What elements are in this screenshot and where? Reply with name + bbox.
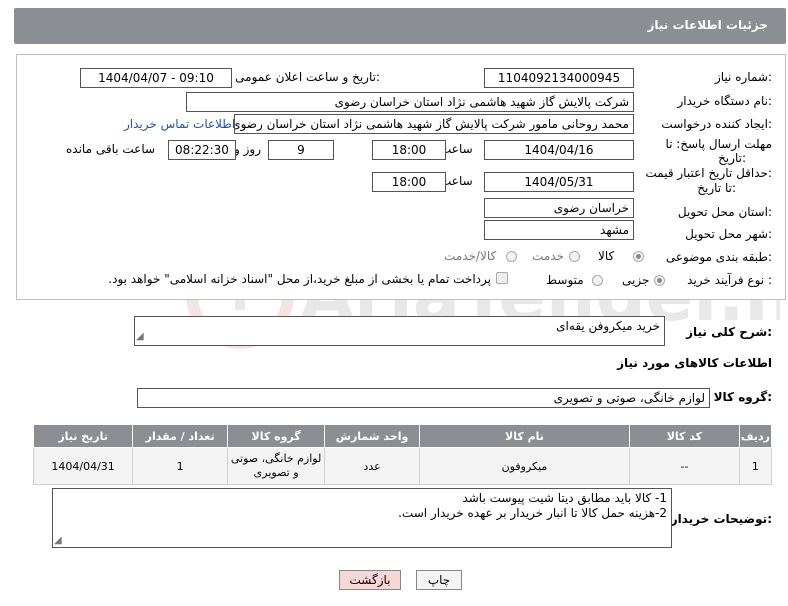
- cell-quantity: 1: [132, 447, 229, 485]
- cell-code: --: [629, 447, 740, 485]
- treasury-payment-checkbox[interactable]: [496, 272, 508, 284]
- days-label: روز و: [234, 142, 261, 156]
- reply-deadline-label-2: تاریخ:: [718, 151, 746, 165]
- panel-title: جزئیات اطلاعات نیاز: [647, 18, 768, 32]
- cell-row: 1: [738, 447, 773, 485]
- announce-datetime-field[interactable]: 1404/04/07 - 09:10: [80, 68, 232, 88]
- col-quantity: تعداد / مقدار: [132, 424, 229, 448]
- remaining-time-field[interactable]: 08:22:30: [168, 140, 236, 160]
- col-date: تاریخ نیاز: [32, 424, 134, 448]
- reply-deadline-time[interactable]: 18:00: [372, 140, 446, 160]
- resize-handle-icon[interactable]: ◢: [136, 331, 144, 342]
- col-group: گروه کالا: [227, 424, 326, 448]
- buyer-notes-label: توضیحات خریدار:: [670, 512, 772, 526]
- category-radio-both[interactable]: [506, 251, 517, 262]
- remaining-label: ساعت باقی مانده: [66, 142, 156, 156]
- delivery-city-field[interactable]: مشهد: [484, 220, 634, 240]
- category-option-service: خدمت: [532, 249, 564, 263]
- price-validity-label-2: تا تاریخ:: [697, 181, 736, 195]
- panel-header: جزئیات اطلاعات نیاز: [14, 8, 786, 44]
- price-validity-date[interactable]: 1404/05/31: [484, 172, 634, 192]
- requester-field[interactable]: محمد روحانی مامور شرکت پالایش گاز شهید ه…: [234, 114, 634, 134]
- treasury-payment-note: پرداخت تمام یا بخشی از مبلغ خرید،از محل …: [108, 272, 491, 286]
- print-button[interactable]: چاپ: [416, 570, 462, 590]
- need-number-label: شماره نیاز:: [714, 70, 772, 84]
- buyer-note-line-1: 1- کالا باید مطابق دیتا شیت پیوست باشد: [462, 491, 667, 505]
- back-button[interactable]: بازگشت: [339, 570, 401, 590]
- announce-datetime-label: تاریخ و ساعت اعلان عمومی:: [235, 70, 380, 84]
- goods-group-field[interactable]: لوازم خانگی، صوتی و تصویری: [137, 388, 710, 408]
- col-name: نام کالا: [418, 424, 631, 448]
- table-header-row: ردیف کد کالا نام کالا واحد شمارش گروه کا…: [32, 424, 773, 448]
- col-unit: واحد شمارش: [324, 424, 420, 448]
- buyer-contact-link[interactable]: اطلاعات تماس خریدار: [124, 117, 235, 131]
- cell-group: لوازم خانگی، صوتی و تصویری: [227, 447, 326, 485]
- buyer-org-label: نام دستگاه خریدار:: [677, 94, 773, 108]
- reply-days-field[interactable]: 9: [268, 140, 334, 160]
- category-option-both: کالا/خدمت: [444, 249, 497, 263]
- process-type-label: نوع فرآیند خرید :: [687, 273, 772, 287]
- category-option-goods: کالا: [598, 249, 615, 263]
- requester-label: ایجاد کننده درخواست:: [661, 117, 772, 131]
- goods-section-title: اطلاعات کالاهای مورد نیاز: [617, 356, 772, 370]
- reply-deadline-label: مهلت ارسال پاسخ: تا: [665, 137, 772, 151]
- buyer-notes-field[interactable]: 1- کالا باید مطابق دیتا شیت پیوست باشد 2…: [52, 488, 672, 548]
- process-option-medium: متوسط: [546, 273, 584, 287]
- table-row[interactable]: 1 -- میکروفون عدد لوازم خانگی، صوتی و تص…: [32, 447, 773, 485]
- buyer-note-line-2: 2-هزینه حمل کالا تا انبار خریدار بر عهده…: [398, 506, 667, 520]
- cell-date: 1404/04/31: [32, 447, 134, 485]
- category-radio-service[interactable]: [569, 251, 580, 262]
- goods-table: ردیف کد کالا نام کالا واحد شمارش گروه کا…: [32, 424, 773, 485]
- price-validity-time[interactable]: 18:00: [372, 172, 446, 192]
- delivery-city-label: شهر محل تحویل:: [685, 227, 772, 241]
- summary-field[interactable]: خرید میکروفن یقه‌ای: [134, 316, 665, 346]
- reply-deadline-date[interactable]: 1404/04/16: [484, 140, 634, 160]
- cell-name: میکروفون: [418, 447, 631, 485]
- need-number-field[interactable]: 1104092134000945: [484, 68, 634, 88]
- col-code: کد کالا: [629, 424, 740, 448]
- process-radio-medium[interactable]: [592, 275, 603, 286]
- category-radio-goods[interactable]: [633, 251, 644, 262]
- process-option-minor: جزیی: [622, 273, 650, 287]
- delivery-province-field[interactable]: خراسان رضوی: [484, 198, 634, 218]
- category-label: طبقه بندی موضوعی:: [665, 250, 772, 264]
- process-radio-minor[interactable]: [654, 275, 665, 286]
- price-validity-label: حداقل تاریخ اعتبار قیمت:: [645, 166, 772, 180]
- goods-group-label: گروه کالا:: [713, 390, 772, 404]
- cell-unit: عدد: [324, 447, 420, 485]
- delivery-province-label: استان محل تحویل:: [677, 205, 772, 219]
- notes-resize-handle-icon[interactable]: ◢: [54, 535, 62, 546]
- buyer-org-field[interactable]: شرکت پالایش گاز شهید هاشمی نژاد استان خر…: [186, 92, 634, 112]
- col-row: ردیف: [738, 424, 773, 448]
- summary-label: شرح کلی نیاز:: [686, 325, 772, 339]
